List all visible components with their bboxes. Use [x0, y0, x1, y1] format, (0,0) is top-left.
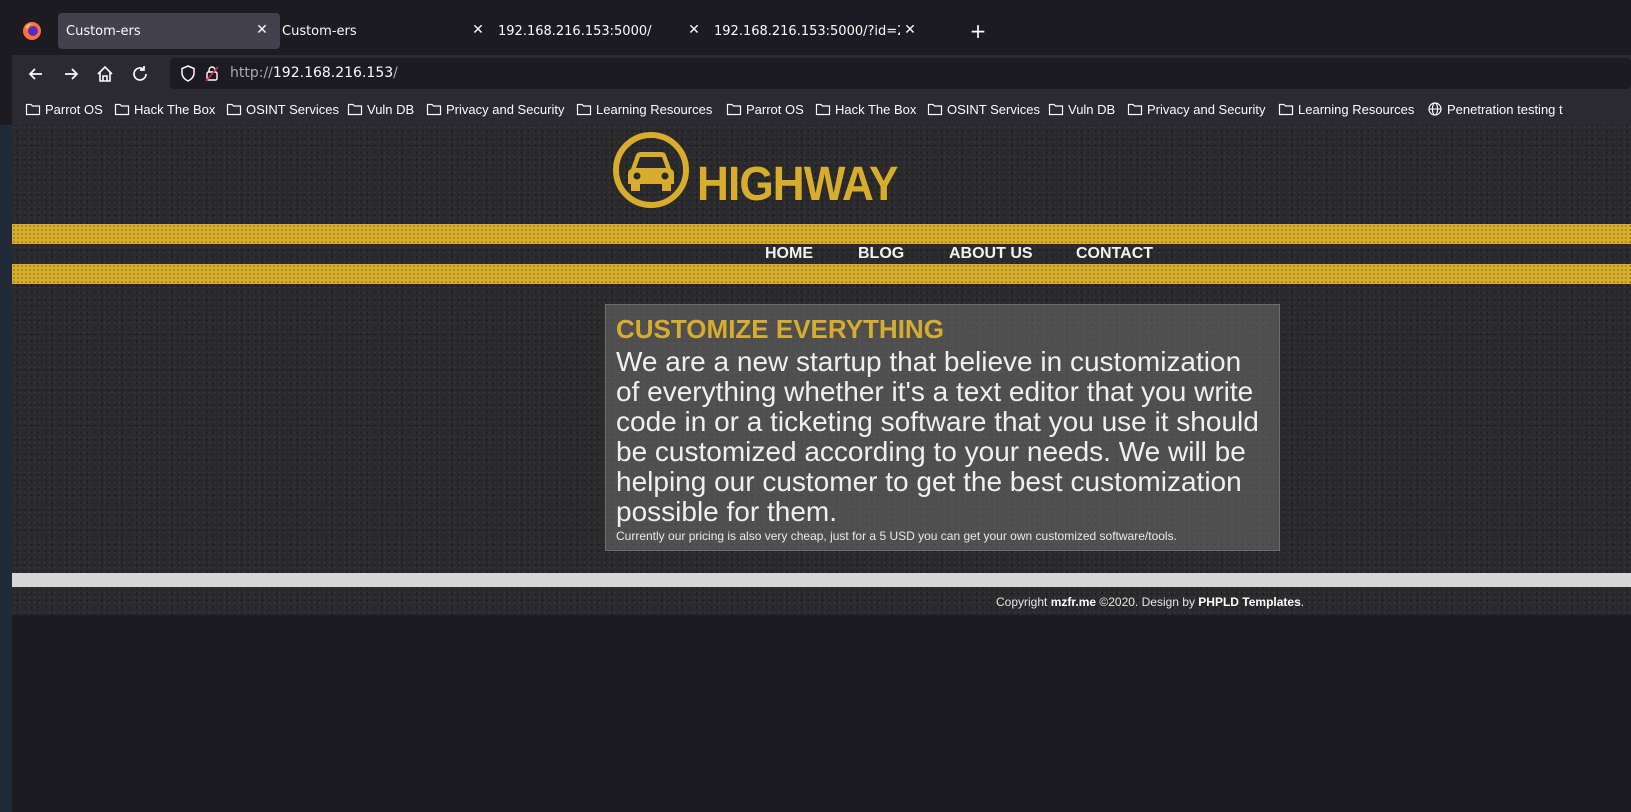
tab-ip-5000-id[interactable]: 192.168.216.153:5000/?id=298 ✕ [706, 13, 946, 49]
folder-icon [426, 103, 442, 116]
globe-icon [1428, 102, 1442, 116]
bookmark-label: Vuln DB [1068, 101, 1116, 117]
site-header-area: HIGHWAY HOME BLOG ABOUT US CONTACT CUSTO… [12, 125, 1631, 615]
navigation-toolbar: http://192.168.216.153/ [12, 55, 1631, 92]
bookmark-label: Hack The Box [134, 101, 216, 117]
copyright-text: Copyright mzfr.me ©2020. Design by PHPLD… [996, 595, 1304, 609]
tab-custom-ers-1[interactable]: Custom-ers ✕ [58, 13, 280, 49]
bookmark-label: Learning Resources [596, 101, 713, 117]
bookmark-item[interactable]: Hack The Box [114, 100, 215, 118]
content-body: We are a new startup that believe in cus… [616, 346, 1259, 527]
url-path: / [393, 65, 398, 81]
main-menu: HOME BLOG ABOUT US CONTACT [12, 244, 1631, 264]
url-bar[interactable]: http://192.168.216.153/ [170, 58, 1631, 89]
bookmark-item[interactable]: Learning Resources [1278, 100, 1414, 118]
bookmark-item[interactable]: OSINT Services [927, 100, 1040, 118]
bookmark-item[interactable]: Learning Resources [576, 100, 712, 118]
bookmarks-toolbar: Parrot OS Hack The Box OSINT Services Vuln … [12, 92, 1631, 125]
road-stripe-white [12, 573, 1631, 587]
copyright-suffix: . [1300, 595, 1305, 609]
footer-designer-link[interactable]: PHPLD Templates [1198, 595, 1300, 609]
bookmark-label: Vuln DB [367, 101, 415, 117]
firefox-icon[interactable] [22, 21, 42, 41]
road-stripe-top [12, 224, 1631, 244]
copyright-middle: ©2020. Design by [1096, 595, 1199, 609]
road-stripe-bottom [12, 264, 1631, 284]
bookmark-label: Hack The Box [835, 101, 917, 117]
content-title: CUSTOMIZE EVERYTHING [616, 314, 944, 344]
bookmark-label: Parrot OS [45, 101, 103, 117]
page-viewport: HIGHWAY HOME BLOG ABOUT US CONTACT CUSTO… [12, 125, 1631, 812]
url-host: 192.168.216.153 [272, 65, 394, 81]
bookmark-item[interactable]: Penetration testing t [1427, 100, 1563, 118]
window-edge [0, 125, 12, 812]
bookmark-item[interactable]: Parrot OS [726, 100, 804, 118]
bookmark-item[interactable]: Hack The Box [815, 100, 916, 118]
bookmark-item[interactable]: Vuln DB [1048, 100, 1115, 118]
close-icon[interactable]: ✕ [686, 22, 702, 38]
site-footer: Copyright mzfr.me ©2020. Design by PHPLD… [12, 587, 1631, 615]
folder-icon [1278, 103, 1294, 116]
bookmark-label: OSINT Services [947, 101, 1040, 117]
bookmark-label: Privacy and Security [446, 101, 565, 117]
shield-icon[interactable] [180, 65, 196, 82]
pricing-note: Currently our pricing is also very cheap… [616, 529, 1177, 543]
plus-icon[interactable]: + [966, 19, 990, 43]
bookmark-label: Learning Resources [1298, 101, 1415, 117]
home-icon[interactable] [94, 63, 116, 85]
folder-icon [726, 103, 742, 116]
bookmark-item[interactable]: Vuln DB [347, 100, 414, 118]
tab-title: 192.168.216.153:5000/?id=298 [714, 23, 900, 39]
bookmark-label: OSINT Services [246, 101, 339, 117]
folder-icon [226, 103, 242, 116]
close-icon[interactable]: ✕ [470, 22, 486, 38]
close-icon[interactable]: ✕ [254, 22, 270, 38]
tab-bar: Custom-ers ✕ Custom-ers ✕ 192.168.216.15… [0, 0, 1631, 55]
forward-arrow-icon[interactable] [60, 63, 82, 85]
bookmark-item[interactable]: Parrot OS [25, 100, 103, 118]
close-icon[interactable]: ✕ [902, 22, 918, 38]
copyright-prefix: Copyright [996, 595, 1051, 609]
bookmark-item[interactable]: Privacy and Security [426, 100, 565, 118]
bookmark-item[interactable]: OSINT Services [226, 100, 339, 118]
bookmark-item[interactable]: Privacy and Security [1127, 100, 1266, 118]
content-box: CUSTOMIZE EVERYTHING We are a new startu… [605, 304, 1280, 551]
tab-custom-ers-2[interactable]: Custom-ers ✕ [274, 13, 496, 49]
site-logo[interactable]: HIGHWAY [612, 131, 902, 211]
menu-item-blog[interactable]: BLOG [858, 244, 904, 264]
bookmark-label: Parrot OS [746, 101, 804, 117]
insecure-lock-icon[interactable] [204, 65, 220, 82]
menu-item-home[interactable]: HOME [765, 244, 813, 264]
tab-title: 192.168.216.153:5000/ [498, 23, 652, 39]
back-arrow-icon[interactable] [25, 63, 47, 85]
car-icon [613, 132, 689, 208]
menu-item-contact[interactable]: CONTACT [1076, 244, 1153, 264]
menu-item-about-us[interactable]: ABOUT US [949, 244, 1033, 264]
folder-icon [25, 103, 41, 116]
folder-icon [927, 103, 943, 116]
reload-icon[interactable] [129, 63, 151, 85]
tab-title: Custom-ers [282, 23, 357, 39]
folder-icon [576, 103, 592, 116]
folder-icon [815, 103, 831, 116]
bookmark-label: Privacy and Security [1147, 101, 1266, 117]
folder-icon [1048, 103, 1064, 116]
footer-site-link[interactable]: mzfr.me [1051, 595, 1096, 609]
url-scheme: http:// [230, 65, 273, 81]
url-text[interactable]: http://192.168.216.153/ [230, 65, 398, 81]
tab-title: Custom-ers [66, 23, 141, 39]
bookmark-label: Penetration testing t [1447, 101, 1563, 117]
tab-ip-5000[interactable]: 192.168.216.153:5000/ ✕ [490, 13, 712, 49]
folder-icon [1127, 103, 1143, 116]
folder-icon [347, 103, 363, 116]
folder-icon [114, 103, 130, 116]
logo-text: HIGHWAY [697, 158, 898, 211]
